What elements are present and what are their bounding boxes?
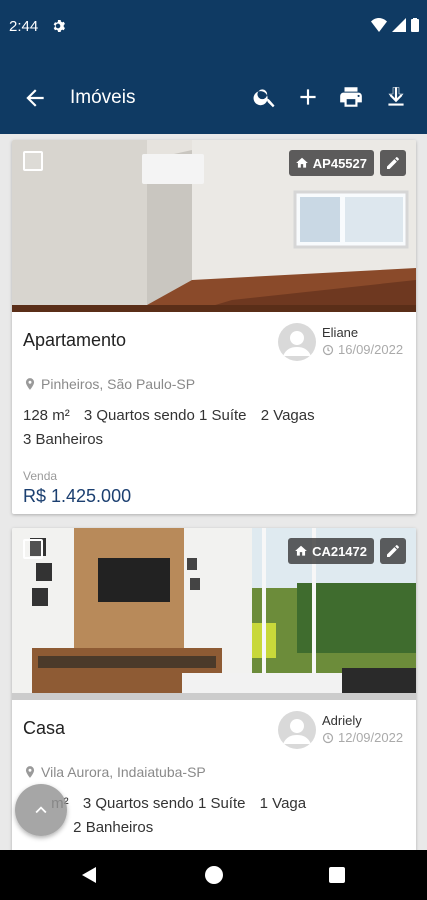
bathrooms-value: 2 — [73, 819, 82, 836]
nav-home-icon[interactable] — [205, 866, 223, 884]
property-list: AP45527 Apartamento Eliane 16/09/2022 Pi… — [0, 134, 427, 850]
agent-name: Adriely — [322, 713, 362, 728]
price-label: Venda — [23, 469, 58, 483]
parking-value: 2 — [260, 407, 270, 424]
property-code-chip: AP45527 — [288, 150, 374, 176]
wifi-icon — [371, 18, 387, 32]
signal-icon — [392, 18, 406, 32]
settings-gear-icon — [53, 20, 65, 32]
edit-button[interactable] — [380, 538, 406, 564]
rooms-value: 3 — [83, 407, 93, 424]
bathrooms-label: Banheiros — [35, 431, 104, 448]
location-text: Vila Aurora, Indaiatuba-SP — [41, 764, 206, 780]
avatar — [278, 711, 316, 749]
property-code-chip: CA21472 — [288, 538, 374, 564]
location-text: Pinheiros, São Paulo-SP — [41, 376, 196, 392]
suites-value: 1 — [197, 795, 207, 812]
parking-label: Vagas — [273, 407, 315, 424]
clock-icon — [322, 732, 334, 743]
edit-pencil-icon — [387, 545, 399, 557]
clock-icon — [322, 344, 334, 355]
rooms-label: Quartos sendo — [96, 407, 195, 424]
add-icon[interactable] — [295, 84, 321, 110]
agent-name: Eliane — [322, 325, 359, 340]
agent-date: 16/09/2022 — [322, 342, 403, 357]
app-bar: Imóveis — [0, 58, 427, 134]
parking-label: Vaga — [272, 795, 307, 812]
area-unit: m² — [52, 407, 70, 424]
property-card[interactable]: CA21472 Casa Adriely 12/09/2022 Vila Aur… — [12, 528, 416, 850]
edit-pencil-icon — [387, 157, 399, 169]
location-pin-icon — [25, 766, 35, 778]
parking-value: 1 — [259, 795, 268, 812]
suites-value: 1 — [198, 407, 208, 424]
chevron-up-icon — [35, 806, 47, 814]
property-card[interactable]: AP45527 Apartamento Eliane 16/09/2022 Pi… — [12, 140, 416, 514]
battery-icon — [411, 18, 419, 32]
back-arrow-icon[interactable] — [22, 85, 48, 111]
system-nav-bar — [0, 850, 427, 900]
agent-date-text: 12/09/2022 — [338, 730, 404, 745]
property-code: AP45527 — [312, 155, 367, 171]
agent-date-text: 16/09/2022 — [338, 342, 404, 357]
page-title: Imóveis — [70, 87, 136, 108]
avatar — [278, 323, 316, 361]
bathrooms-value: 3 — [23, 431, 32, 448]
rooms-value: 3 — [82, 795, 92, 812]
property-title: Casa — [23, 718, 66, 738]
download-icon[interactable] — [383, 84, 409, 110]
rooms-label: Quartos sendo — [95, 795, 194, 812]
select-checkbox[interactable] — [23, 151, 43, 171]
user-placeholder-icon — [283, 719, 311, 744]
nav-back-icon[interactable] — [80, 866, 98, 884]
status-indicators — [371, 18, 419, 32]
property-title: Apartamento — [23, 330, 127, 350]
status-bar: 2:44 — [0, 0, 427, 58]
property-features: m² 3 Quartos sendo 1 Suíte 1 Vaga 2 Banh… — [23, 792, 403, 840]
location-pin-icon — [25, 378, 35, 390]
property-code: CA21472 — [312, 543, 367, 559]
property-location: Pinheiros, São Paulo-SP — [23, 376, 195, 392]
suites-label: Suíte — [211, 407, 247, 424]
select-checkbox[interactable] — [23, 539, 43, 559]
property-location: Vila Aurora, Indaiatuba-SP — [23, 764, 206, 780]
home-icon — [295, 545, 307, 556]
user-placeholder-icon — [283, 331, 311, 356]
scroll-to-top-button[interactable] — [15, 784, 67, 836]
search-icon[interactable] — [252, 84, 278, 110]
agent-date: 12/09/2022 — [322, 730, 403, 745]
print-icon[interactable] — [338, 84, 364, 110]
status-time: 2:44 — [9, 18, 39, 35]
edit-button[interactable] — [380, 150, 406, 176]
bathrooms-label: Banheiros — [85, 819, 154, 836]
price: R$ 1.425.000 — [23, 486, 132, 506]
nav-recents-icon[interactable] — [329, 867, 345, 883]
area-value: 128 — [23, 407, 49, 424]
suites-label: Suíte — [210, 795, 246, 812]
property-features: 128 m² 3 Quartos sendo 1 Suíte 2 Vagas 3… — [23, 404, 403, 452]
home-icon — [295, 157, 308, 168]
